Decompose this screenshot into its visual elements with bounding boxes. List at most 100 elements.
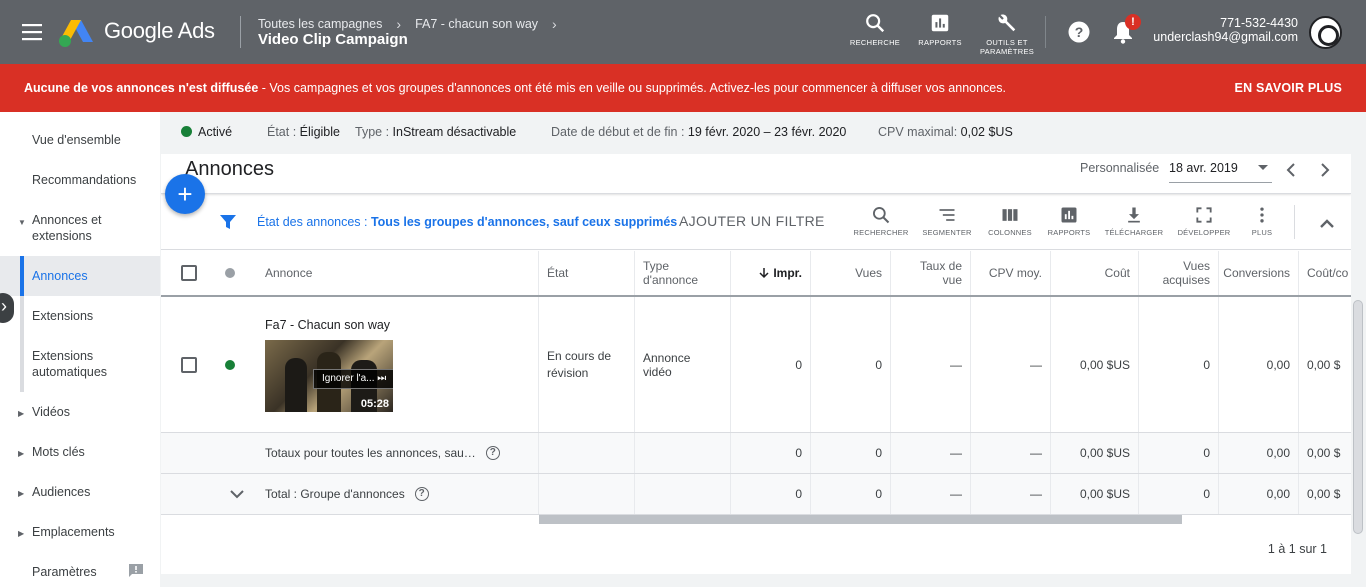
sidebar-item-label: Annonces et extensions <box>32 213 102 243</box>
add-filter-button[interactable]: AJOUTER UN FILTRE <box>679 213 825 229</box>
col-impressions[interactable]: Impr. <box>731 251 811 295</box>
chevron-right-icon[interactable] <box>1315 160 1335 180</box>
col-state[interactable]: État <box>539 251 635 295</box>
wrench-icon <box>998 14 1016 32</box>
ad-status-filter[interactable]: État des annonces : Tous les groupes d'a… <box>257 215 677 229</box>
breadcrumb-ad-group[interactable]: FA7 - chacun son way <box>415 17 538 31</box>
ad-name[interactable]: Fa7 - Chacun son way <box>265 318 390 332</box>
cell-cost-per-conv: 0,00 $ <box>1307 357 1341 372</box>
svg-text:?: ? <box>1075 24 1084 40</box>
add-ad-button[interactable]: + <box>165 174 205 214</box>
total-views: 0 <box>811 433 891 473</box>
header-reports-label: RAPPORTS <box>918 38 962 47</box>
sidebar-item-audiences[interactable]: ▶ Audiences <box>0 484 160 500</box>
sidebar-item-recommendations[interactable]: Recommandations <box>0 172 160 188</box>
caret-right-icon: ▶ <box>18 449 25 458</box>
avatar[interactable] <box>1309 16 1342 49</box>
col-earned-views[interactable]: Vues acquises <box>1139 251 1219 295</box>
horizontal-scrollbar[interactable] <box>539 515 1182 524</box>
totals-group-label: Total : Groupe d'annonces ? <box>257 474 539 514</box>
caret-down-icon: ▼ <box>18 218 26 227</box>
date-range-picker[interactable]: 18 avr. 2019 <box>1169 161 1238 175</box>
account-email: underclash94@gmail.com <box>1153 30 1298 44</box>
sidebar-item-extensions[interactable]: Extensions <box>0 308 160 324</box>
sidebar-item-auto-extensions[interactable]: Extensions automatiques <box>0 348 130 380</box>
eligibility-status: État : Éligible <box>267 125 340 139</box>
sidebar-item-placements[interactable]: ▶ Emplacements <box>0 524 160 540</box>
filter-icon[interactable] <box>219 213 237 231</box>
header-tools-label: OUTILS ET PARAMÈTRES <box>979 38 1035 56</box>
col-avg-cpv[interactable]: CPV moy. <box>971 251 1051 295</box>
columns-button[interactable]: COLONNES <box>978 205 1042 237</box>
total-impressions: 0 <box>731 433 811 473</box>
table-reports-button[interactable]: RAPPORTS <box>1037 205 1101 237</box>
chevron-up-icon[interactable] <box>1315 213 1339 233</box>
video-thumbnail[interactable]: Ignorer l'a... ⏭ 05:28 <box>265 339 393 412</box>
status-dot[interactable] <box>225 359 235 370</box>
tool-label: SEGMENTER <box>922 228 972 237</box>
col-ad-type[interactable]: Type d'annonce <box>635 251 731 295</box>
caret-right-icon: ▶ <box>18 409 25 418</box>
type-value: InStream désactivable <box>392 125 517 139</box>
col-cost[interactable]: Coût <box>1051 251 1139 295</box>
header-checkbox-cell <box>161 251 217 295</box>
dropdown-arrow-icon[interactable] <box>1257 164 1269 172</box>
group-avg-cpv: — <box>971 474 1051 514</box>
sidebar-item-keywords[interactable]: ▶ Mots clés <box>0 444 160 460</box>
status-column-icon[interactable] <box>225 268 235 278</box>
chevron-left-icon[interactable] <box>1281 160 1301 180</box>
tool-label: RAPPORTS <box>1047 228 1091 237</box>
learn-more-button[interactable]: EN SAVOIR PLUS <box>1235 81 1342 95</box>
campaign-status[interactable]: Activé <box>181 125 232 139</box>
col-views[interactable]: Vues <box>811 251 891 295</box>
help-icon[interactable]: ? <box>1067 20 1091 44</box>
chevron-down-icon <box>230 490 244 499</box>
cpv-value: 0,02 $US <box>960 125 1013 139</box>
filter-value: Tous les groupes d'annonces, sauf ceux s… <box>370 215 678 229</box>
menu-icon[interactable] <box>18 20 46 44</box>
filter-toolbar: État des annonces : Tous les groupes d'a… <box>161 195 1351 250</box>
search-icon <box>873 207 890 224</box>
more-button[interactable]: PLUS <box>1230 205 1294 237</box>
help-icon[interactable]: ? <box>485 446 500 460</box>
sidebar-item-ads-extensions[interactable]: ▼ Annonces et extensions <box>0 212 130 244</box>
table-search-button[interactable]: RECHERCHER <box>849 205 913 237</box>
reports-icon <box>1061 207 1077 223</box>
col-conversions[interactable]: Conversions <box>1219 251 1299 295</box>
empty-cell <box>635 433 731 473</box>
card-header: Annonces Personnalisée 18 avr. 2019 <box>161 154 1351 194</box>
google-ads-logo[interactable] <box>58 16 94 48</box>
help-icon[interactable]: ? <box>414 487 429 501</box>
total-cost-per-conv: 0,00 $ <box>1307 446 1341 460</box>
header-divider <box>1045 16 1046 48</box>
row-checkbox[interactable] <box>181 356 197 373</box>
etat-label: État : <box>267 125 297 139</box>
select-all-checkbox[interactable] <box>181 265 197 281</box>
header-search-button[interactable]: RECHERCHE <box>848 12 902 47</box>
feedback-icon[interactable] <box>128 563 144 579</box>
download-button[interactable]: TÉLÉCHARGER <box>1102 205 1166 237</box>
col-cost-per-conv[interactable]: Coût/co <box>1299 251 1351 295</box>
expand-button[interactable]: DÉVELOPPER <box>1172 205 1236 237</box>
breadcrumb-all-campaigns[interactable]: Toutes les campagnes <box>258 17 382 31</box>
segment-button[interactable]: SEGMENTER <box>915 205 979 237</box>
account-info[interactable]: 771-532-4430 underclash94@gmail.com <box>1153 16 1298 44</box>
col-ad[interactable]: Annonce <box>257 251 539 295</box>
sidebar-item-label: Audiences <box>32 485 91 499</box>
sidebar-item-videos[interactable]: ▶ Vidéos <box>0 404 160 420</box>
segment-icon <box>939 209 955 221</box>
campaign-title[interactable]: Video Clip Campaign <box>258 31 408 48</box>
sidebar-item-overview[interactable]: Vue d'ensemble <box>0 132 160 148</box>
col-view-rate[interactable]: Taux de vue <box>891 251 971 295</box>
caret-right-icon: ▶ <box>18 529 25 538</box>
chevron-right-icon: › <box>552 16 557 32</box>
more-vert-icon <box>1260 207 1264 223</box>
header-reports-button[interactable]: RAPPORTS <box>914 12 966 47</box>
skip-label: Ignorer l'a... <box>322 372 375 384</box>
header-tools-button[interactable]: OUTILS ET PARAMÈTRES <box>976 12 1038 56</box>
sidebar-item-ads[interactable]: Annonces <box>0 256 160 296</box>
total-view-rate: — <box>891 433 971 473</box>
vertical-scrollbar[interactable] <box>1353 300 1363 534</box>
sidebar-item-label: Vidéos <box>32 405 70 419</box>
type-label: Type : <box>355 125 390 139</box>
